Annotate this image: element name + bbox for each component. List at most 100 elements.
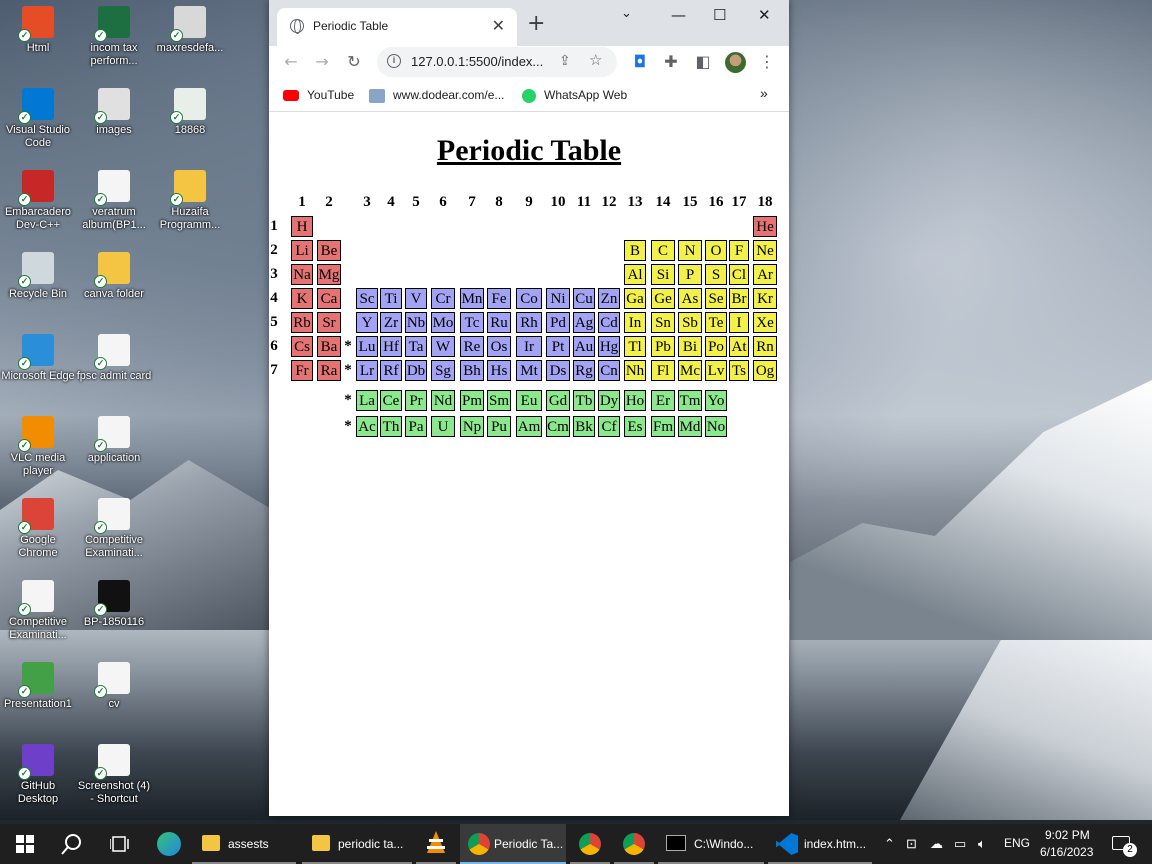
chrome-icon	[623, 833, 645, 855]
bookmark-whatsapp[interactable]: WhatsApp Web	[522, 88, 627, 103]
period-number: 6	[270, 338, 278, 354]
terminal-icon	[666, 835, 686, 851]
taskbar-periodic-folder[interactable]: periodic ta...	[302, 824, 412, 864]
back-arrow-icon[interactable]: ←	[280, 51, 302, 73]
desktop-icon[interactable]: ✓ images	[76, 82, 152, 164]
period-number: 2	[270, 242, 278, 258]
side-panel-icon[interactable]: ◧	[692, 51, 714, 73]
period-number: 3	[270, 266, 278, 282]
desktop-icon[interactable]: ✓ Embarcadero Dev-C++	[0, 164, 76, 246]
taskbar-cmd[interactable]: C:\Windo...	[658, 824, 764, 864]
profile-avatar[interactable]	[725, 52, 746, 73]
desktop-icon-label: cv	[108, 698, 120, 710]
page-title: Periodic Table	[436, 134, 622, 167]
youtube-icon	[283, 90, 299, 102]
bookmark-dodear[interactable]: www.dodear.com/e...	[369, 88, 504, 103]
taskbar-assests[interactable]: assests	[192, 824, 296, 864]
element-cell: Es	[624, 416, 646, 437]
screen-capture-icon[interactable]: ◘	[629, 51, 651, 73]
element-cell: Fe	[487, 288, 511, 309]
desktop-icon[interactable]: ✓ fpsc admit card	[76, 328, 152, 410]
volume-icon[interactable]: 🔈︎	[978, 836, 986, 852]
site-info-icon[interactable]: i	[387, 54, 401, 68]
desktop-icon-image: ✓	[94, 334, 130, 370]
task-view-button[interactable]	[96, 824, 144, 864]
element-cell: Ar	[753, 264, 777, 285]
desktop-icon[interactable]: ✓ Presentation1	[0, 656, 76, 738]
element-cell: Ts	[729, 360, 749, 381]
desktop-icon-label: Presentation1	[4, 698, 72, 710]
desktop-icon[interactable]: ✓ Competitive Examinati...	[0, 574, 76, 656]
tray-chevron-icon[interactable]: ⌃	[884, 836, 895, 852]
forward-arrow-icon[interactable]: →	[311, 51, 333, 73]
reload-icon[interactable]: ↻	[343, 51, 365, 73]
desktop-icon[interactable]: ✓ canva folder	[76, 246, 152, 328]
taskbar-vscode[interactable]: index.htm...	[768, 824, 872, 864]
bookmark-youtube[interactable]: YouTube	[283, 88, 354, 102]
desktop-icon-image: ✓	[18, 416, 54, 452]
element-cell: Pb	[651, 336, 675, 357]
desktop-icon[interactable]: ✓ Visual Studio Code	[0, 82, 76, 164]
menu-kebab-icon[interactable]: ⋮	[756, 51, 778, 73]
element-cell: Tm	[678, 390, 702, 411]
language-indicator[interactable]: ENG	[1004, 836, 1030, 850]
desktop-icon-image: ✓	[18, 580, 54, 616]
taskbar-label: assests	[228, 837, 269, 851]
taskbar-chrome-periodic[interactable]: Periodic Ta...	[460, 824, 566, 864]
element-cell: K	[291, 288, 313, 309]
sync-check-icon: ✓	[94, 603, 107, 616]
tab-close-icon[interactable]: ✕	[492, 16, 505, 36]
extensions-icon[interactable]: ✚	[660, 51, 682, 73]
minimize-button[interactable]: —	[671, 6, 686, 24]
share-icon[interactable]: ⇪	[559, 52, 571, 69]
element-cell: Rh	[516, 312, 542, 333]
tab-search-icon[interactable]: ⌄	[621, 6, 632, 21]
clock[interactable]: 9:02 PM 6/16/2023	[1036, 824, 1098, 864]
taskbar-edge[interactable]	[146, 824, 190, 864]
desktop-icon[interactable]: ✓ GitHub Desktop	[0, 738, 76, 820]
search-button[interactable]	[48, 824, 96, 864]
element-cell: Cd	[598, 312, 620, 333]
address-bar[interactable]: i 127.0.0.1:5500/index... ⇪ ☆	[377, 47, 617, 77]
network-icon[interactable]: ▭	[954, 836, 966, 852]
bookmark-star-icon[interactable]: ☆	[589, 51, 602, 69]
desktop-icon[interactable]: ✓ Competitive Examinati...	[76, 492, 152, 574]
element-cell: Tc	[460, 312, 484, 333]
start-button[interactable]	[0, 824, 48, 864]
desktop-icon[interactable]: ✓ BP-1850116	[76, 574, 152, 656]
desktop-icon[interactable]: ✓ Recycle Bin	[0, 246, 76, 328]
desktop-icon[interactable]: ✓ incom tax perform...	[76, 0, 152, 82]
element-cell: Db	[405, 360, 427, 381]
tab-periodic-table[interactable]: Periodic Table ✕	[277, 8, 517, 46]
element-cell: U	[431, 416, 455, 437]
maximize-button[interactable]: ☐	[713, 6, 726, 24]
desktop-icon[interactable]: ✓ 18868	[152, 82, 228, 164]
period-number: 1	[270, 218, 278, 234]
desktop-icon-image: ✓	[18, 170, 54, 206]
onedrive-icon[interactable]: ☁	[930, 836, 943, 852]
taskbar-vlc[interactable]	[416, 824, 456, 864]
desktop-icon[interactable]: ✓ veratrum album(BP1...	[76, 164, 152, 246]
meet-now-icon[interactable]: ⊡	[906, 836, 917, 852]
desktop-icon[interactable]: ✓ Html	[0, 0, 76, 82]
desktop-icon[interactable]: ✓ application	[76, 410, 152, 492]
bookmarks-more-icon[interactable]: »	[760, 85, 768, 101]
desktop-icon[interactable]: ✓ Huzaifa Programm...	[152, 164, 228, 246]
desktop-icon[interactable]: ✓ VLC media player	[0, 410, 76, 492]
desktop-icon[interactable]: ✓ Screenshot (4) - Shortcut	[76, 738, 152, 820]
desktop-icon-image: ✓	[18, 662, 54, 698]
notification-center[interactable]: 2	[1106, 824, 1146, 864]
desktop-icon[interactable]: ✓ Microsoft Edge	[0, 328, 76, 410]
desktop-icon[interactable]: ✓ cv	[76, 656, 152, 738]
taskbar-chrome-3[interactable]	[614, 824, 654, 864]
sync-check-icon: ✓	[94, 193, 107, 206]
element-cell: Cf	[598, 416, 620, 437]
desktop-icon[interactable]: ✓ Google Chrome	[0, 492, 76, 574]
group-number: 16	[708, 194, 724, 210]
close-window-button[interactable]: ✕	[758, 6, 771, 24]
clock-date: 6/16/2023	[1040, 845, 1094, 859]
desktop-icon[interactable]: ✓ maxresdefa...	[152, 0, 228, 82]
taskbar-chrome-2[interactable]	[570, 824, 610, 864]
element-cell: V	[405, 288, 427, 309]
new-tab-button[interactable]: +	[527, 12, 545, 36]
